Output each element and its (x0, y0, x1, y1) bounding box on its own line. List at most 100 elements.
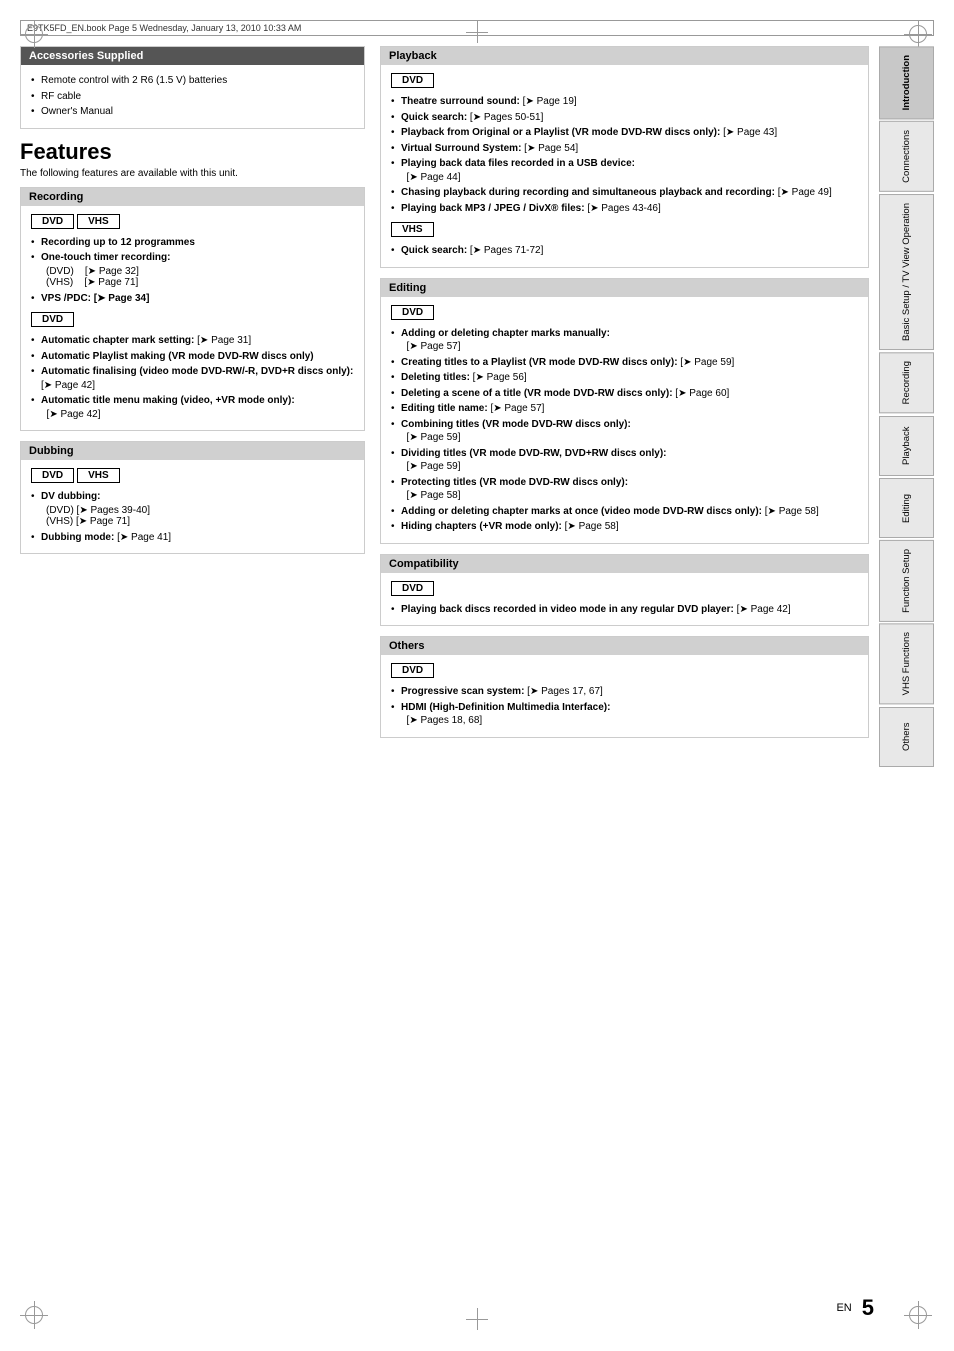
recording-vps-list: VPS /PDC: [➤ Page 34] (31, 291, 354, 307)
recording-dvd-list: Automatic chapter mark setting: [➤ Page … (31, 333, 354, 422)
playback-dvd-badge-row: DVD (391, 73, 858, 88)
list-item: Deleting a scene of a title (VR mode DVD… (391, 386, 858, 402)
tab-vhs-functions[interactable]: VHS Functions (879, 623, 934, 704)
vhs-badge: VHS (77, 468, 120, 483)
recording-header: Recording (21, 188, 364, 206)
list-item: Editing title name: [➤ Page 57] (391, 401, 858, 417)
others-header: Others (381, 637, 868, 655)
list-item: Adding or deleting chapter marks at once… (391, 504, 858, 520)
sidebar-tabs: Introduction Connections Basic Setup / T… (879, 46, 934, 767)
others-section: Others DVD Progressive scan system: [➤ P… (380, 636, 869, 738)
list-item: Quick search: [➤ Pages 50-51] (391, 110, 858, 126)
accessories-list: Remote control with 2 R6 (1.5 V) batteri… (31, 73, 354, 120)
compatibility-content: DVD Playing back discs recorded in video… (381, 573, 868, 626)
corner-mark-tl (25, 25, 45, 45)
list-item: HDMI (High-Definition Multimedia Interfa… (391, 700, 858, 729)
playback-vhs-badge-row: VHS (391, 222, 858, 237)
editing-content: DVD Adding or deleting chapter marks man… (381, 297, 868, 543)
recording-content: DVD VHS Recording up to 12 programmes On… (21, 206, 364, 431)
editing-header: Editing (381, 279, 868, 297)
dvd-badge: DVD (391, 305, 434, 320)
dubbing-content: DVD VHS DV dubbing: (DVD) [➤ Pages 39-40… (21, 460, 364, 553)
recording-badges: DVD VHS (31, 214, 354, 229)
list-item: Chasing playback during recording and si… (391, 185, 858, 201)
compatibility-header: Compatibility (381, 555, 868, 573)
playback-dvd-list: Theatre surround sound: [➤ Page 19] Quic… (391, 94, 858, 216)
list-item: DV dubbing: (31, 489, 354, 505)
list-item: VPS /PDC: [➤ Page 34] (31, 291, 354, 307)
vhs-badge: VHS (77, 214, 120, 229)
compat-dvd-list: Playing back discs recorded in video mod… (391, 602, 858, 618)
list-item: Automatic title menu making (video, +VR … (31, 393, 354, 422)
list-item: Adding or deleting chapter marks manuall… (391, 326, 858, 355)
playback-header: Playback (381, 47, 868, 65)
list-item: One-touch timer recording: (31, 250, 354, 266)
list-item: Dubbing mode: [➤ Page 41] (31, 530, 354, 546)
recording-section: Recording DVD VHS Recording up to 12 pro… (20, 187, 365, 432)
list-item: Dividing titles (VR mode DVD-RW, DVD+RW … (391, 446, 858, 475)
playback-section: Playback DVD Theatre surround sound: [➤ … (380, 46, 869, 268)
dvd-only-badge-row: DVD (31, 312, 354, 327)
dvd-badge: DVD (31, 214, 74, 229)
compatibility-section: Compatibility DVD Playing back discs rec… (380, 554, 869, 627)
list-item: Combining titles (VR mode DVD-RW discs o… (391, 417, 858, 446)
list-item: Remote control with 2 R6 (1.5 V) batteri… (31, 73, 354, 89)
dubbing-list: DV dubbing: (31, 489, 354, 505)
dvd-badge: DVD (391, 581, 434, 596)
list-item: Theatre surround sound: [➤ Page 19] (391, 94, 858, 110)
vhs-badge: VHS (391, 222, 434, 237)
list-item: RF cable (31, 89, 354, 105)
list-item: Automatic chapter mark setting: [➤ Page … (31, 333, 354, 349)
corner-mark-tr (909, 25, 929, 45)
dvd-only-badge: DVD (31, 312, 74, 327)
corner-mark-bl (25, 1306, 45, 1326)
list-item: Quick search: [➤ Pages 71-72] (391, 243, 858, 259)
editing-dvd-badge-row: DVD (391, 305, 858, 320)
tab-basic-setup[interactable]: Basic Setup / TV View Operation (879, 194, 934, 350)
tab-connections[interactable]: Connections (879, 121, 934, 192)
dvd-indent: (DVD) [➤ Page 32] (46, 266, 354, 277)
list-item: Playing back discs recorded in video mod… (391, 602, 858, 618)
dvd-badge: DVD (391, 73, 434, 88)
list-item: Recording up to 12 programmes (31, 235, 354, 251)
tab-recording[interactable]: Recording (879, 352, 934, 413)
corner-mark-br (909, 1306, 929, 1326)
features-title: Features (20, 139, 365, 165)
list-item: Playing back MP3 / JPEG / DivX® files: [… (391, 201, 858, 217)
right-column: Playback DVD Theatre surround sound: [➤ … (380, 46, 879, 767)
list-item: Hiding chapters (+VR mode only): [➤ Page… (391, 519, 858, 535)
list-item: Automatic finalising (video mode DVD-RW/… (31, 364, 354, 393)
editing-dvd-list: Adding or deleting chapter marks manuall… (391, 326, 858, 535)
center-cross-top (470, 25, 484, 39)
others-dvd-list: Progressive scan system: [➤ Pages 17, 67… (391, 684, 858, 729)
dub-vhs-indent: (VHS) [➤ Page 71] (46, 516, 354, 527)
en-label: EN (836, 1302, 851, 1314)
list-item: Playback from Original or a Playlist (VR… (391, 125, 858, 141)
vhs-indent: (VHS) [➤ Page 71] (46, 277, 354, 288)
dvd-badge: DVD (31, 468, 74, 483)
dubbing-header: Dubbing (21, 442, 364, 460)
tab-function-setup[interactable]: Function Setup (879, 540, 934, 622)
recording-dvdvhs-list: Recording up to 12 programmes One-touch … (31, 235, 354, 266)
accessories-header: Accessories Supplied (21, 47, 364, 65)
main-layout: Accessories Supplied Remote control with… (20, 46, 934, 767)
dub-dvd-indent: (DVD) [➤ Pages 39-40] (46, 505, 354, 516)
tab-editing[interactable]: Editing (879, 478, 934, 538)
dubbing-section: Dubbing DVD VHS DV dubbing: (DVD) [➤ Pag… (20, 441, 365, 554)
dubbing-badges: DVD VHS (31, 468, 354, 483)
list-item: Creating titles to a Playlist (VR mode D… (391, 355, 858, 371)
features-subtitle: The following features are available wit… (20, 168, 365, 179)
dvd-badge: DVD (391, 663, 434, 678)
accessories-section: Accessories Supplied Remote control with… (20, 46, 365, 129)
tab-playback[interactable]: Playback (879, 416, 934, 476)
playback-vhs-list: Quick search: [➤ Pages 71-72] (391, 243, 858, 259)
dubbing-mode-list: Dubbing mode: [➤ Page 41] (31, 530, 354, 546)
accessories-content: Remote control with 2 R6 (1.5 V) batteri… (21, 65, 364, 128)
list-item: Owner's Manual (31, 104, 354, 120)
page: E9TK5FD_EN.book Page 5 Wednesday, Januar… (0, 0, 954, 1351)
list-item: Deleting titles: [➤ Page 56] (391, 370, 858, 386)
tab-introduction[interactable]: Introduction (879, 46, 934, 119)
header-text: E9TK5FD_EN.book Page 5 Wednesday, Januar… (27, 23, 301, 33)
tab-others[interactable]: Others (879, 707, 934, 767)
page-footer: EN 5 (836, 1295, 874, 1321)
